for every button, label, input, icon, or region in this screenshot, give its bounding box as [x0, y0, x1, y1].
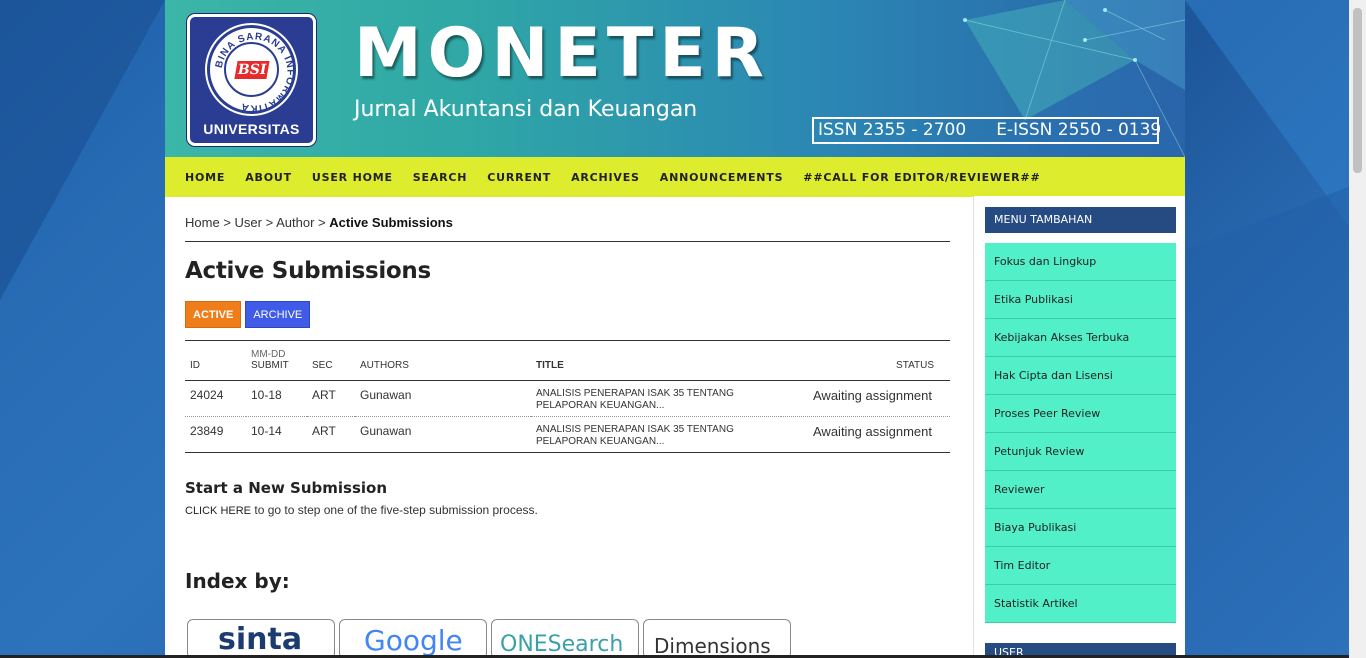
breadcrumb-home[interactable]: Home — [185, 215, 220, 230]
cell-status: Awaiting assignment — [813, 388, 932, 403]
cell-title-link[interactable]: ANALISIS PENERAPAN ISAK 35 TENTANG PELAP… — [531, 417, 781, 453]
click-here-link[interactable]: CLICK HERE — [185, 505, 251, 517]
sidebar-item-etika[interactable]: Etika Publikasi — [985, 281, 1176, 319]
breadcrumb-separator: > — [318, 215, 326, 230]
onesearch-logo[interactable]: ONESearch — [491, 619, 639, 658]
site-header: BINA SARANA INFORMATIKA BSI UNIVERSITAS … — [165, 0, 1185, 157]
sinta-logo[interactable]: sinta — [187, 619, 335, 658]
dimensions-logo[interactable]: Dimensions — [643, 619, 791, 658]
vertical-scrollbar[interactable] — [1349, 0, 1366, 658]
cell-id: 24024 — [190, 388, 224, 402]
table-row: 24024 10-18 ART Gunawan ANALISIS PENERAP… — [185, 381, 950, 417]
nav-home[interactable]: HOME — [185, 171, 225, 184]
col-status: STATUS — [896, 360, 934, 371]
logo-ring: BINA SARANA INFORMATIKA BSI — [207, 25, 296, 114]
page-container: BINA SARANA INFORMATIKA BSI UNIVERSITAS … — [165, 0, 1185, 658]
scrollbar-thumb[interactable] — [1353, 8, 1362, 173]
nav-call-for-editor[interactable]: ##CALL FOR EDITOR/REVIEWER## — [803, 171, 1040, 184]
sidebar-item-akses[interactable]: Kebijakan Akses Terbuka — [985, 319, 1176, 357]
cell-author: Gunawan — [360, 424, 412, 438]
sidebar-heading: MENU TAMBAHAN — [985, 207, 1176, 233]
cell-sec: ART — [312, 424, 336, 438]
breadcrumb-separator: > — [265, 215, 274, 230]
page-title: Active Submissions — [185, 258, 431, 284]
index-by-heading: Index by: — [185, 569, 290, 593]
nav-archives[interactable]: ARCHIVES — [571, 171, 640, 184]
col-submit: MM-DD SUBMIT — [246, 341, 307, 381]
nav-current[interactable]: CURRENT — [487, 171, 551, 184]
tab-archive[interactable]: ARCHIVE — [245, 301, 311, 328]
bsi-emblem: BSI — [234, 61, 270, 79]
breadcrumb-current: Active Submissions — [329, 215, 453, 230]
col-title: TITLE — [536, 360, 564, 371]
cell-sec: ART — [312, 388, 336, 402]
col-authors: AUTHORS — [360, 360, 409, 371]
breadcrumb-user[interactable]: User — [235, 215, 262, 230]
logo-inner-ring: BSI — [224, 42, 279, 97]
sidebar-item-statistik[interactable]: Statistik Artikel — [985, 585, 1176, 623]
table-header-row: ID MM-DD SUBMIT SEC AUTHORS TITLE STATUS — [185, 340, 950, 381]
sidebar-item-petunjuk[interactable]: Petunjuk Review — [985, 433, 1176, 471]
sidebar-item-peer-review[interactable]: Proses Peer Review — [985, 395, 1176, 433]
issn-box: ISSN 2355 - 2700 E-ISSN 2550 - 0139 — [812, 117, 1162, 144]
main-content: Home > User > Author > Active Submission… — [185, 197, 950, 658]
cell-status: Awaiting assignment — [813, 424, 932, 439]
nav-search[interactable]: SEARCH — [413, 171, 468, 184]
sidebar-item-tim-editor[interactable]: Tim Editor — [985, 547, 1176, 585]
breadcrumb-separator: > — [223, 215, 231, 230]
col-sec: SEC — [312, 360, 333, 371]
main-nav: HOME ABOUT USER HOME SEARCH CURRENT ARCH… — [165, 157, 1185, 197]
cell-id: 23849 — [190, 424, 224, 438]
cell-date: 10-14 — [251, 424, 282, 438]
sidebar-item-fokus[interactable]: Fokus dan Lingkup — [985, 243, 1176, 281]
submission-tabs: ACTIVE ARCHIVE — [185, 301, 950, 328]
new-submission-text: CLICK HERE to go to step one of the five… — [185, 503, 538, 517]
table-row: 23849 10-14 ART Gunawan ANALISIS PENERAP… — [185, 417, 950, 453]
breadcrumb-author[interactable]: Author — [276, 215, 314, 230]
index-logos: sinta Google ONESearch Dimensions — [187, 619, 950, 658]
cell-title-link[interactable]: ANALISIS PENERAPAN ISAK 35 TENTANG PELAP… — [531, 381, 781, 417]
col-mmdd: MM-DD — [251, 349, 286, 360]
logo-caption: UNIVERSITAS — [203, 121, 300, 137]
sidebar-item-reviewer[interactable]: Reviewer — [985, 471, 1176, 509]
nav-announcements[interactable]: ANNOUNCEMENTS — [660, 171, 784, 184]
tab-active[interactable]: ACTIVE — [185, 301, 242, 328]
breadcrumb: Home > User > Author > Active Submission… — [185, 197, 950, 242]
issn: ISSN 2355 - 2700 — [818, 120, 967, 140]
nav-about[interactable]: ABOUT — [245, 171, 292, 184]
journal-title: MONETER — [354, 14, 771, 93]
cell-date: 10-18 — [251, 388, 282, 402]
new-submission-heading: Start a New Submission — [185, 479, 388, 497]
university-logo[interactable]: BINA SARANA INFORMATIKA BSI UNIVERSITAS — [187, 14, 316, 146]
col-id: ID — [190, 360, 200, 371]
eissn: E-ISSN 2550 - 0139 — [996, 120, 1162, 140]
sidebar-menu: Fokus dan Lingkup Etika Publikasi Kebija… — [985, 243, 1176, 623]
google-scholar-logo[interactable]: Google — [339, 619, 487, 658]
sidebar-item-hak-cipta[interactable]: Hak Cipta dan Lisensi — [985, 357, 1176, 395]
sidebar: MENU TAMBAHAN Fokus dan Lingkup Etika Pu… — [973, 196, 1185, 658]
cell-author: Gunawan — [360, 388, 412, 402]
journal-tagline: Jurnal Akuntansi dan Keuangan — [354, 97, 698, 122]
nav-user-home[interactable]: USER HOME — [312, 171, 393, 184]
sidebar-item-biaya[interactable]: Biaya Publikasi — [985, 509, 1176, 547]
submissions-table: ID MM-DD SUBMIT SEC AUTHORS TITLE STATUS … — [185, 340, 950, 453]
